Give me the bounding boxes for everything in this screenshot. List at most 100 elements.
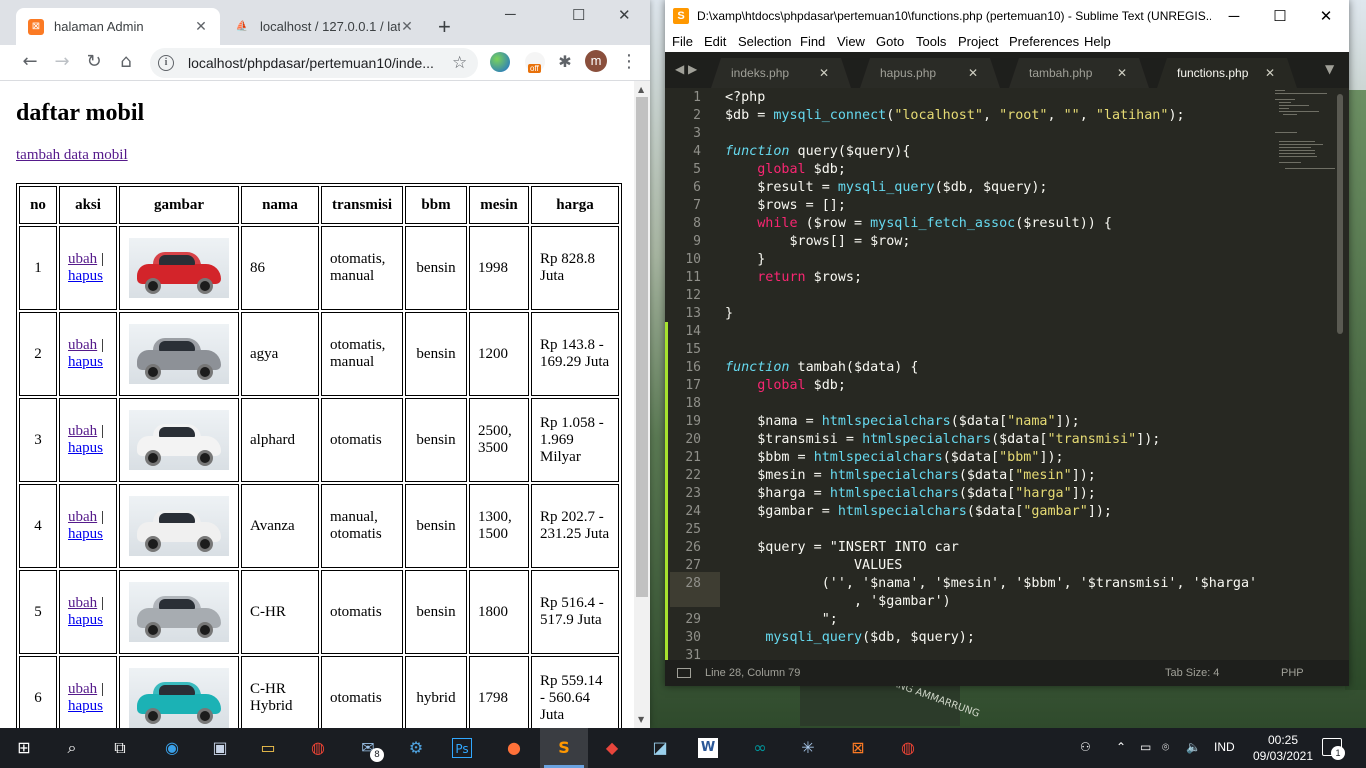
browser-menu-icon[interactable]: ⋮ xyxy=(620,51,638,72)
edit-link[interactable]: ubah xyxy=(68,337,97,353)
delete-link[interactable]: hapus xyxy=(68,268,103,284)
maximize-button[interactable]: ☐ xyxy=(1257,7,1303,25)
menu-project[interactable]: Project xyxy=(958,34,998,49)
code-line[interactable]: function tambah($data) { xyxy=(725,360,919,375)
editor-tab-indeks[interactable]: indeks.php ✕ xyxy=(711,58,851,88)
network-tool-icon[interactable]: ✳ xyxy=(796,736,820,760)
back-icon[interactable]: ← xyxy=(19,51,41,73)
extension-globe-icon[interactable] xyxy=(490,52,510,72)
python-icon[interactable]: ⚙ xyxy=(404,736,428,760)
firefox-icon[interactable]: ● xyxy=(502,736,526,760)
code-line[interactable]: $mesin = htmlspecialchars($data["mesin"]… xyxy=(725,468,1096,483)
code-line[interactable]: $db = mysqli_connect("localhost", "root"… xyxy=(725,108,1185,123)
menu-view[interactable]: View xyxy=(837,34,865,49)
scrollbar-thumb[interactable] xyxy=(1337,94,1343,334)
tab-close-icon[interactable]: ✕ xyxy=(819,66,829,80)
delete-link[interactable]: hapus xyxy=(68,354,103,370)
code-line[interactable]: $rows[] = $row; xyxy=(725,234,910,249)
code-line[interactable]: mysqli_query($db, $query); xyxy=(725,630,975,645)
tab-close-icon[interactable]: ✕ xyxy=(1117,66,1127,80)
code-line[interactable]: while ($row = mysqli_fetch_assoc($result… xyxy=(725,216,1112,231)
tab-close-icon[interactable]: ✕ xyxy=(400,18,414,35)
xampp-icon[interactable]: ⊠ xyxy=(846,736,870,760)
code-line[interactable]: <?php xyxy=(725,90,765,105)
close-button[interactable]: ✕ xyxy=(618,6,631,24)
arduino-icon[interactable]: ∞ xyxy=(748,736,772,760)
menu-selection[interactable]: Selection xyxy=(738,34,791,49)
photoshop-icon[interactable]: Ps xyxy=(452,738,472,758)
code-line[interactable]: $query = "INSERT INTO car xyxy=(725,540,959,555)
edit-link[interactable]: ubah xyxy=(68,423,97,439)
scrollbar-thumb[interactable] xyxy=(636,97,648,597)
code-line[interactable]: } xyxy=(725,252,765,267)
syntax-mode[interactable]: PHP xyxy=(1281,667,1304,679)
code-line[interactable]: $bbm = htmlspecialchars($data["bbm"]); xyxy=(725,450,1063,465)
tab-close-icon[interactable]: ✕ xyxy=(194,18,208,35)
delete-link[interactable]: hapus xyxy=(68,440,103,456)
delete-link[interactable]: hapus xyxy=(68,526,103,542)
network-icon[interactable]: ⌾ xyxy=(1162,740,1169,755)
menu-find[interactable]: Find xyxy=(800,34,825,49)
clock[interactable]: 00:25 09/03/2021 xyxy=(1250,732,1316,764)
editor-tab-functions[interactable]: functions.php ✕ xyxy=(1157,58,1297,88)
language-indicator[interactable]: IND xyxy=(1214,740,1235,754)
file-explorer-icon[interactable]: ▭ xyxy=(256,736,280,760)
code-line[interactable]: global $db; xyxy=(725,378,846,393)
home-icon[interactable]: ⌂ xyxy=(115,51,137,73)
edit-link[interactable]: ubah xyxy=(68,509,97,525)
scroll-down-icon[interactable]: ▼ xyxy=(638,715,644,724)
editor-tab-tambah[interactable]: tambah.php ✕ xyxy=(1009,58,1149,88)
menu-file[interactable]: File xyxy=(672,34,693,49)
close-button[interactable]: ✕ xyxy=(1303,7,1349,25)
battery-icon[interactable]: ▭ xyxy=(1140,740,1151,754)
code-line[interactable]: VALUES xyxy=(725,558,902,573)
edge-icon[interactable]: ◉ xyxy=(160,736,184,760)
address-bar[interactable]: i localhost/phpdasar/pertemuan10/inde...… xyxy=(150,48,478,78)
menu-preferences[interactable]: Preferences xyxy=(1009,34,1079,49)
site-info-icon[interactable]: i xyxy=(158,55,174,71)
edit-link[interactable]: ubah xyxy=(68,595,97,611)
code-line[interactable]: , '$gambar') xyxy=(725,594,951,609)
code-line[interactable]: $gambar = htmlspecialchars($data["gambar… xyxy=(725,504,1112,519)
delete-link[interactable]: hapus xyxy=(68,612,103,628)
profile-avatar[interactable]: m xyxy=(585,50,607,72)
code-line[interactable]: $result = mysqli_query($db, $query); xyxy=(725,180,1047,195)
code-line[interactable]: "; xyxy=(725,612,838,627)
code-line[interactable]: } xyxy=(725,306,733,321)
code-line[interactable]: return $rows; xyxy=(725,270,862,285)
menu-tools[interactable]: Tools xyxy=(916,34,946,49)
browser-tab-phpmyadmin[interactable]: ⛵ localhost / 127.0.0.1 / latih ✕ xyxy=(222,8,426,45)
code-line[interactable]: $transmisi = htmlspecialchars($data["tra… xyxy=(725,432,1160,447)
menu-edit[interactable]: Edit xyxy=(704,34,726,49)
reload-icon[interactable]: ↻ xyxy=(83,51,105,73)
bookmark-star-icon[interactable]: ☆ xyxy=(452,53,478,73)
code-area[interactable]: <?php $db = mysqli_connect("localhost", "… xyxy=(725,88,1325,660)
panel-toggle-icon[interactable] xyxy=(677,668,691,678)
scroll-up-icon[interactable]: ▲ xyxy=(638,85,644,94)
tab-size[interactable]: Tab Size: 4 xyxy=(1165,667,1219,679)
chrome-profile-icon[interactable]: ◍ xyxy=(896,736,920,760)
editor-tab-hapus[interactable]: hapus.php ✕ xyxy=(860,58,1000,88)
extensions-puzzle-icon[interactable]: ✱ xyxy=(555,52,575,72)
sublime-icon[interactable]: S xyxy=(552,736,576,760)
volume-icon[interactable]: 🔈 xyxy=(1186,740,1201,754)
tab-nav-arrows-icon[interactable]: ◀ ▶ xyxy=(675,62,697,76)
maximize-button[interactable]: ☐ xyxy=(572,6,585,24)
edit-link[interactable]: ubah xyxy=(68,251,97,267)
code-line[interactable]: $harga = htmlspecialchars($data["harga"]… xyxy=(725,486,1096,501)
minimize-button[interactable]: ─ xyxy=(1211,8,1257,25)
tab-close-icon[interactable]: ✕ xyxy=(1265,66,1275,80)
new-tab-button[interactable]: + xyxy=(438,14,451,40)
notes-icon[interactable]: ◪ xyxy=(648,736,672,760)
forward-icon[interactable]: → xyxy=(51,51,73,73)
code-line[interactable]: $rows = []; xyxy=(725,198,846,213)
tab-list-icon[interactable]: ▼ xyxy=(1325,62,1334,76)
delete-link[interactable]: hapus xyxy=(68,698,103,714)
minimap[interactable] xyxy=(1271,88,1335,178)
edit-link[interactable]: ubah xyxy=(68,681,97,697)
people-icon[interactable]: ⚇ xyxy=(1080,740,1091,754)
browser-tab-admin[interactable]: ⊠ halaman Admin ✕ xyxy=(16,8,220,45)
code-line[interactable]: function query($query){ xyxy=(725,144,910,159)
page-scrollbar[interactable]: ▲ ▼ xyxy=(634,81,650,728)
windows-start-icon[interactable]: ⊞ xyxy=(12,736,36,760)
